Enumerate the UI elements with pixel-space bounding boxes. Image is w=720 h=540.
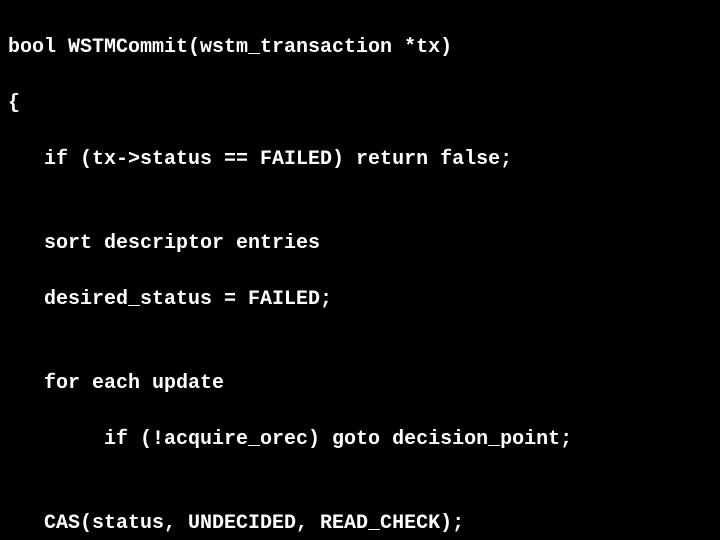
- code-line: {: [8, 90, 712, 118]
- code-line: bool WSTMCommit(wstm_transaction *tx): [8, 34, 712, 62]
- code-line: CAS(status, UNDECIDED, READ_CHECK);: [8, 510, 712, 538]
- code-line: desired_status = FAILED;: [8, 286, 712, 314]
- code-block: bool WSTMCommit(wstm_transaction *tx) { …: [0, 0, 720, 540]
- code-line: if (!acquire_orec) goto decision_point;: [8, 426, 712, 454]
- code-line: for each update: [8, 370, 712, 398]
- code-line: if (tx->status == FAILED) return false;: [8, 146, 712, 174]
- code-line: sort descriptor entries: [8, 230, 712, 258]
